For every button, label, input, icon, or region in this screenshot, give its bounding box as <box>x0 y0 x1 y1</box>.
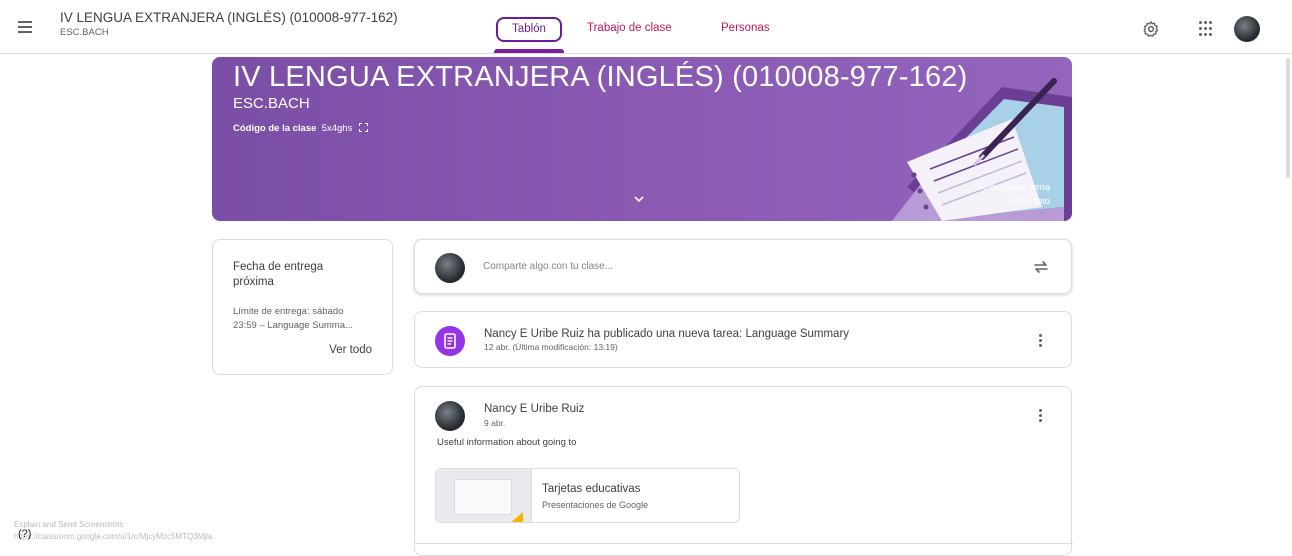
announcement-post: Nancy E Uribe Ruiz 9 abr. Useful informa… <box>414 386 1073 556</box>
tab-stream[interactable]: Tablón <box>496 17 562 42</box>
more-options-icon[interactable] <box>1039 334 1043 347</box>
class-banner: IV LENGUA EXTRANJERA (INGLÉS) (010008-97… <box>212 57 1072 221</box>
upcoming-due-line1: Límite de entrega: sábado <box>233 306 344 317</box>
active-tab-indicator <box>494 49 564 53</box>
attachment-card[interactable]: Tarjetas educativas Presentaciones de Go… <box>435 468 740 523</box>
view-all-button[interactable]: Ver todo <box>329 344 372 356</box>
tab-people[interactable]: Personas <box>721 22 770 34</box>
more-options-icon[interactable] <box>1039 409 1043 422</box>
scrollbar[interactable] <box>1286 58 1290 178</box>
divider <box>415 543 1073 544</box>
repost-icon[interactable] <box>1031 257 1051 277</box>
menu-icon[interactable] <box>12 16 38 38</box>
chevron-down-icon[interactable] <box>633 193 645 205</box>
header-course-section: ESC.BACH <box>60 27 109 38</box>
upcoming-due[interactable]: Límite de entrega: sábado 23:59 – Langua… <box>233 305 383 333</box>
gear-icon[interactable] <box>1142 20 1160 38</box>
attachment-thumbnail <box>436 469 532 522</box>
attachment-name: Tarjetas educativas <box>542 483 641 495</box>
upload-photo-link[interactable]: Subir foto <box>1009 196 1050 207</box>
top-app-bar: IV LENGUA EXTRANJERA (INGLÉS) (010008-97… <box>0 0 1292 54</box>
post-text: Useful information about going to <box>437 437 577 448</box>
class-code-label: Código de la clase <box>233 123 317 134</box>
apps-icon[interactable] <box>1199 21 1215 37</box>
account-avatar[interactable] <box>1234 16 1260 42</box>
avatar <box>435 253 465 283</box>
select-theme-link[interactable]: Seleccionar tema <box>977 182 1050 193</box>
class-code: Código de la clase 5x4ghs <box>233 123 368 134</box>
banner-course-title: IV LENGUA EXTRANJERA (INGLÉS) (010008-97… <box>233 61 968 93</box>
share-box[interactable]: Comparte algo con tu clase... <box>414 239 1072 294</box>
attachment-type: Presentaciones de Google <box>542 500 649 510</box>
assignment-icon <box>435 326 465 356</box>
post-author: Nancy E Uribe Ruiz <box>484 403 585 415</box>
banner-course-section: ESC.BACH <box>233 95 310 112</box>
assignment-post[interactable]: Nancy E Uribe Ruiz ha publicado una nuev… <box>414 311 1072 368</box>
overlay-url: https://classroom.google.com/u/1/c/MjcyM… <box>14 532 213 541</box>
help-icon[interactable]: (?) <box>18 528 31 540</box>
upcoming-due-line2: 23:59 – Language Summa... <box>233 320 353 331</box>
class-code-value: 5x4ghs <box>321 123 353 134</box>
share-input[interactable]: Comparte algo con tu clase... <box>483 261 983 272</box>
upcoming-title: Fecha de entrega próxima <box>233 261 324 288</box>
post-date: 9 abr. <box>484 418 506 428</box>
upcoming-card: Fecha de entrega próxima Límite de entre… <box>212 239 393 375</box>
avatar <box>435 401 465 431</box>
fullscreen-icon[interactable] <box>358 123 368 132</box>
assignment-meta: 12 abr. (Última modificación: 13:19) <box>484 342 618 352</box>
header-course-name[interactable]: IV LENGUA EXTRANJERA (INGLÉS) (010008-97… <box>60 10 398 25</box>
assignment-title[interactable]: Nancy E Uribe Ruiz ha publicado una nuev… <box>484 328 849 340</box>
tab-classwork[interactable]: Trabajo de clase <box>587 22 672 34</box>
